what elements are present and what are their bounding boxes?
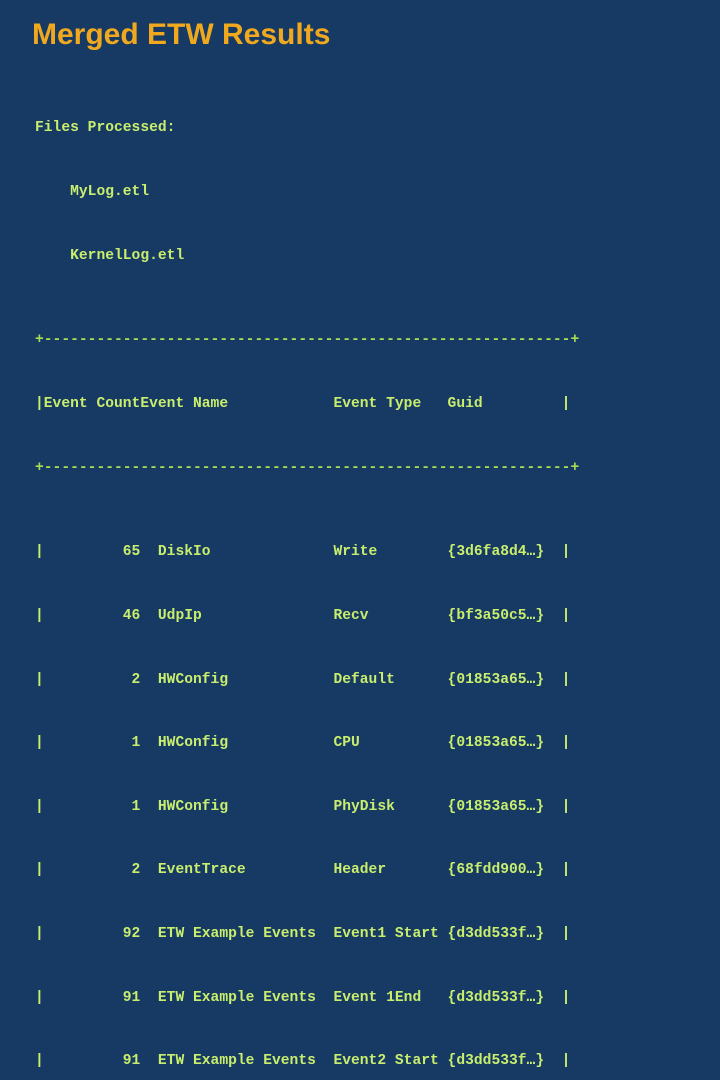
table-row: | 46 UdpIp Recv {bf3a50c5…} |	[35, 607, 571, 624]
table-row: | 2 HWConfig Default {01853a65…} |	[35, 671, 571, 688]
table-row: | 91 ETW Example Events Event2 Start {d3…	[35, 1053, 571, 1070]
table-row: | 91 ETW Example Events Event 1End {d3dd…	[35, 989, 571, 1006]
files-processed-heading: Files Processed:	[35, 120, 176, 137]
file-item-0: MyLog.etl	[35, 184, 150, 200]
slide-canvas: Merged ETW Results Files Processed: MyLo…	[0, 0, 720, 1069]
table-row: | 92 ETW Example Events Event1 Start {d3…	[35, 925, 571, 942]
table-row: | 65 DiskIo Write {3d6fa8d4…} |	[35, 544, 571, 561]
table-header-row: |Event CountEvent Name Event Type Guid |	[35, 395, 571, 412]
page-title: Merged ETW Results	[32, 18, 331, 51]
file-item-1: KernelLog.etl	[35, 247, 185, 264]
table-row: | 1 HWConfig PhyDisk {01853a65…} |	[35, 798, 571, 815]
table-row: | 1 HWConfig CPU {01853a65…} |	[35, 735, 571, 752]
table-top-border: +---------------------------------------…	[35, 332, 580, 349]
console-output-block: Files Processed: MyLog.etl KernelLog.etl…	[35, 76, 579, 1080]
table-row: | 2 EventTrace Header {68fdd900…} |	[35, 862, 571, 879]
table-header-separator: +---------------------------------------…	[35, 459, 580, 476]
